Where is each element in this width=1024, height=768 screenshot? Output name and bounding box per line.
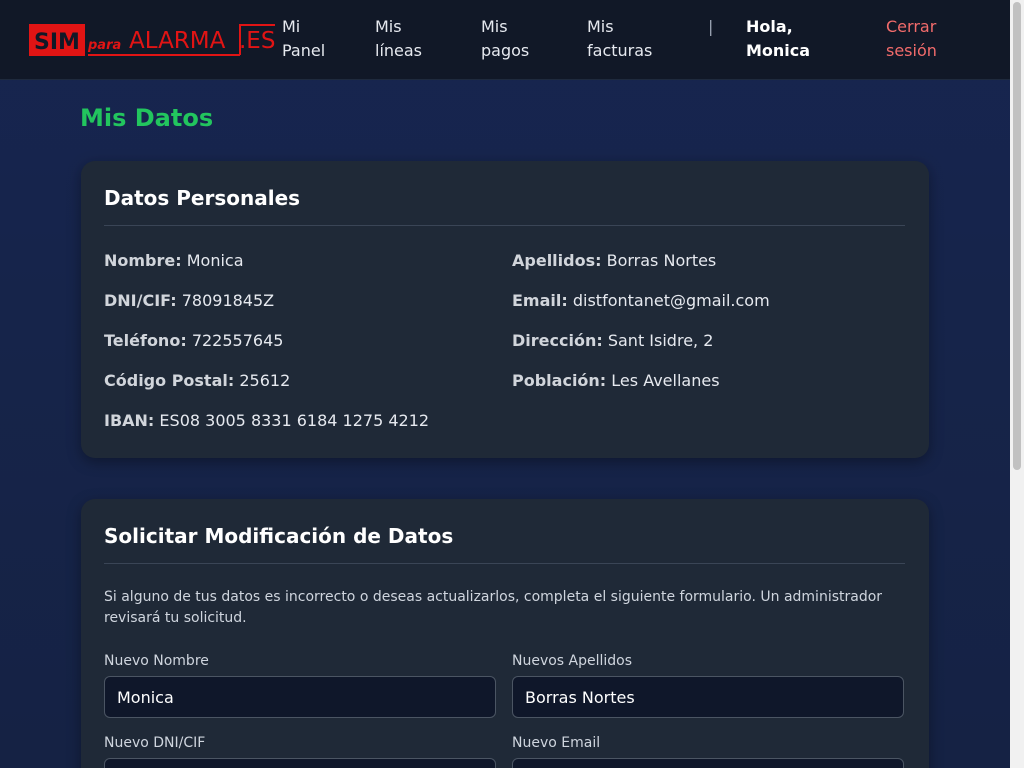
page-title: Mis Datos <box>80 104 214 132</box>
nuevo-email-input[interactable] <box>512 758 904 768</box>
field-apellidos-label: Apellidos: <box>512 251 602 270</box>
field-dni-value: 78091845Z <box>181 291 275 310</box>
modify-intro-text: Si alguno de tus datos es incorrecto o d… <box>104 589 883 626</box>
field-dni: DNI/CIF: 78091845Z <box>104 290 274 312</box>
page-scrollbar[interactable] <box>1010 0 1024 768</box>
modify-data-title: Solicitar Modificación de Datos <box>104 524 454 548</box>
modify-data-card: Solicitar Modificación de Datos Si algun… <box>81 499 929 768</box>
divider <box>104 563 905 564</box>
nuevo-dni-input[interactable] <box>104 758 496 768</box>
logo-sim-text: SIM <box>34 30 80 55</box>
nav-mis-facturas-line2: facturas <box>587 41 653 60</box>
field-iban: IBAN: ES08 3005 8331 6184 1275 4212 <box>104 410 429 432</box>
greeting-line1: Hola, <box>746 17 793 36</box>
nuevos-apellidos-label: Nuevos Apellidos <box>512 653 633 669</box>
nav-mi-panel-line1: Mi <box>282 17 301 36</box>
brand-logo[interactable]: SIM para ALARMA .ES <box>28 22 276 58</box>
field-nombre-label: Nombre: <box>104 251 182 270</box>
field-telefono: Teléfono: 722557645 <box>104 330 283 352</box>
field-codigo-postal: Código Postal: 25612 <box>104 370 290 392</box>
nav-mis-lineas-line1: Mis <box>375 17 402 36</box>
field-nombre: Nombre: Monica <box>104 250 244 272</box>
nav-mis-pagos-line1: Mis <box>481 17 508 36</box>
field-codigo-postal-value: 25612 <box>239 371 291 390</box>
field-telefono-label: Teléfono: <box>104 331 187 350</box>
field-email-label: Email: <box>512 291 568 310</box>
logout-line1: Cerrar <box>886 17 937 36</box>
field-telefono-value: 722557645 <box>191 331 284 350</box>
divider <box>104 225 905 226</box>
logo-es-text: .ES <box>239 28 275 54</box>
field-poblacion-label: Población: <box>512 371 607 390</box>
logout-link[interactable]: Cerrar sesión <box>886 15 976 63</box>
top-navbar: SIM para ALARMA .ES Mi Panel Mis líneas … <box>0 0 1010 80</box>
personal-data-title: Datos Personales <box>104 186 301 210</box>
field-email: Email: distfontanet@gmail.com <box>512 290 770 312</box>
scrollbar-thumb[interactable] <box>1013 2 1021 470</box>
nav-mis-facturas-line1: Mis <box>587 17 614 36</box>
field-poblacion-value: Les Avellanes <box>611 371 720 390</box>
nuevos-apellidos-input[interactable] <box>512 676 904 718</box>
nav-mi-panel-line2: Panel <box>282 41 326 60</box>
nav-mis-pagos-line2: pagos <box>481 41 530 60</box>
nuevo-email-label: Nuevo Email <box>512 735 601 751</box>
field-dni-label: DNI/CIF: <box>104 291 177 310</box>
field-direccion-value: Sant Isidre, 2 <box>607 331 714 350</box>
logout-line2: sesión <box>886 41 937 60</box>
field-apellidos-value: Borras Nortes <box>606 251 717 270</box>
field-direccion-label: Dirección: <box>512 331 603 350</box>
nav-separator: | <box>708 17 714 36</box>
personal-data-card: Datos Personales Nombre: Monica Apellido… <box>81 161 929 458</box>
nav-mis-lineas[interactable]: Mis líneas <box>375 15 422 63</box>
field-email-value: distfontanet@gmail.com <box>572 291 770 310</box>
field-iban-label: IBAN: <box>104 411 155 430</box>
nav-mis-pagos[interactable]: Mis pagos <box>481 15 529 63</box>
field-codigo-postal-label: Código Postal: <box>104 371 235 390</box>
field-apellidos: Apellidos: Borras Nortes <box>512 250 716 272</box>
nav-mis-facturas[interactable]: Mis facturas <box>587 15 652 63</box>
field-iban-value: ES08 3005 8331 6184 1275 4212 <box>159 411 430 430</box>
field-poblacion: Población: Les Avellanes <box>512 370 720 392</box>
nuevo-nombre-input[interactable] <box>104 676 496 718</box>
logo-para-text: para <box>87 38 121 53</box>
nuevo-dni-label: Nuevo DNI/CIF <box>104 735 206 751</box>
nav-mi-panel[interactable]: Mi Panel <box>282 15 325 63</box>
logo-alarma-text: ALARMA <box>129 28 226 54</box>
user-greeting: Hola, Monica <box>746 15 836 63</box>
field-nombre-value: Monica <box>186 251 244 270</box>
nav-mis-lineas-line2: líneas <box>375 41 423 60</box>
greeting-username: Monica <box>746 41 811 60</box>
nuevo-nombre-label: Nuevo Nombre <box>104 653 209 669</box>
field-direccion: Dirección: Sant Isidre, 2 <box>512 330 713 352</box>
